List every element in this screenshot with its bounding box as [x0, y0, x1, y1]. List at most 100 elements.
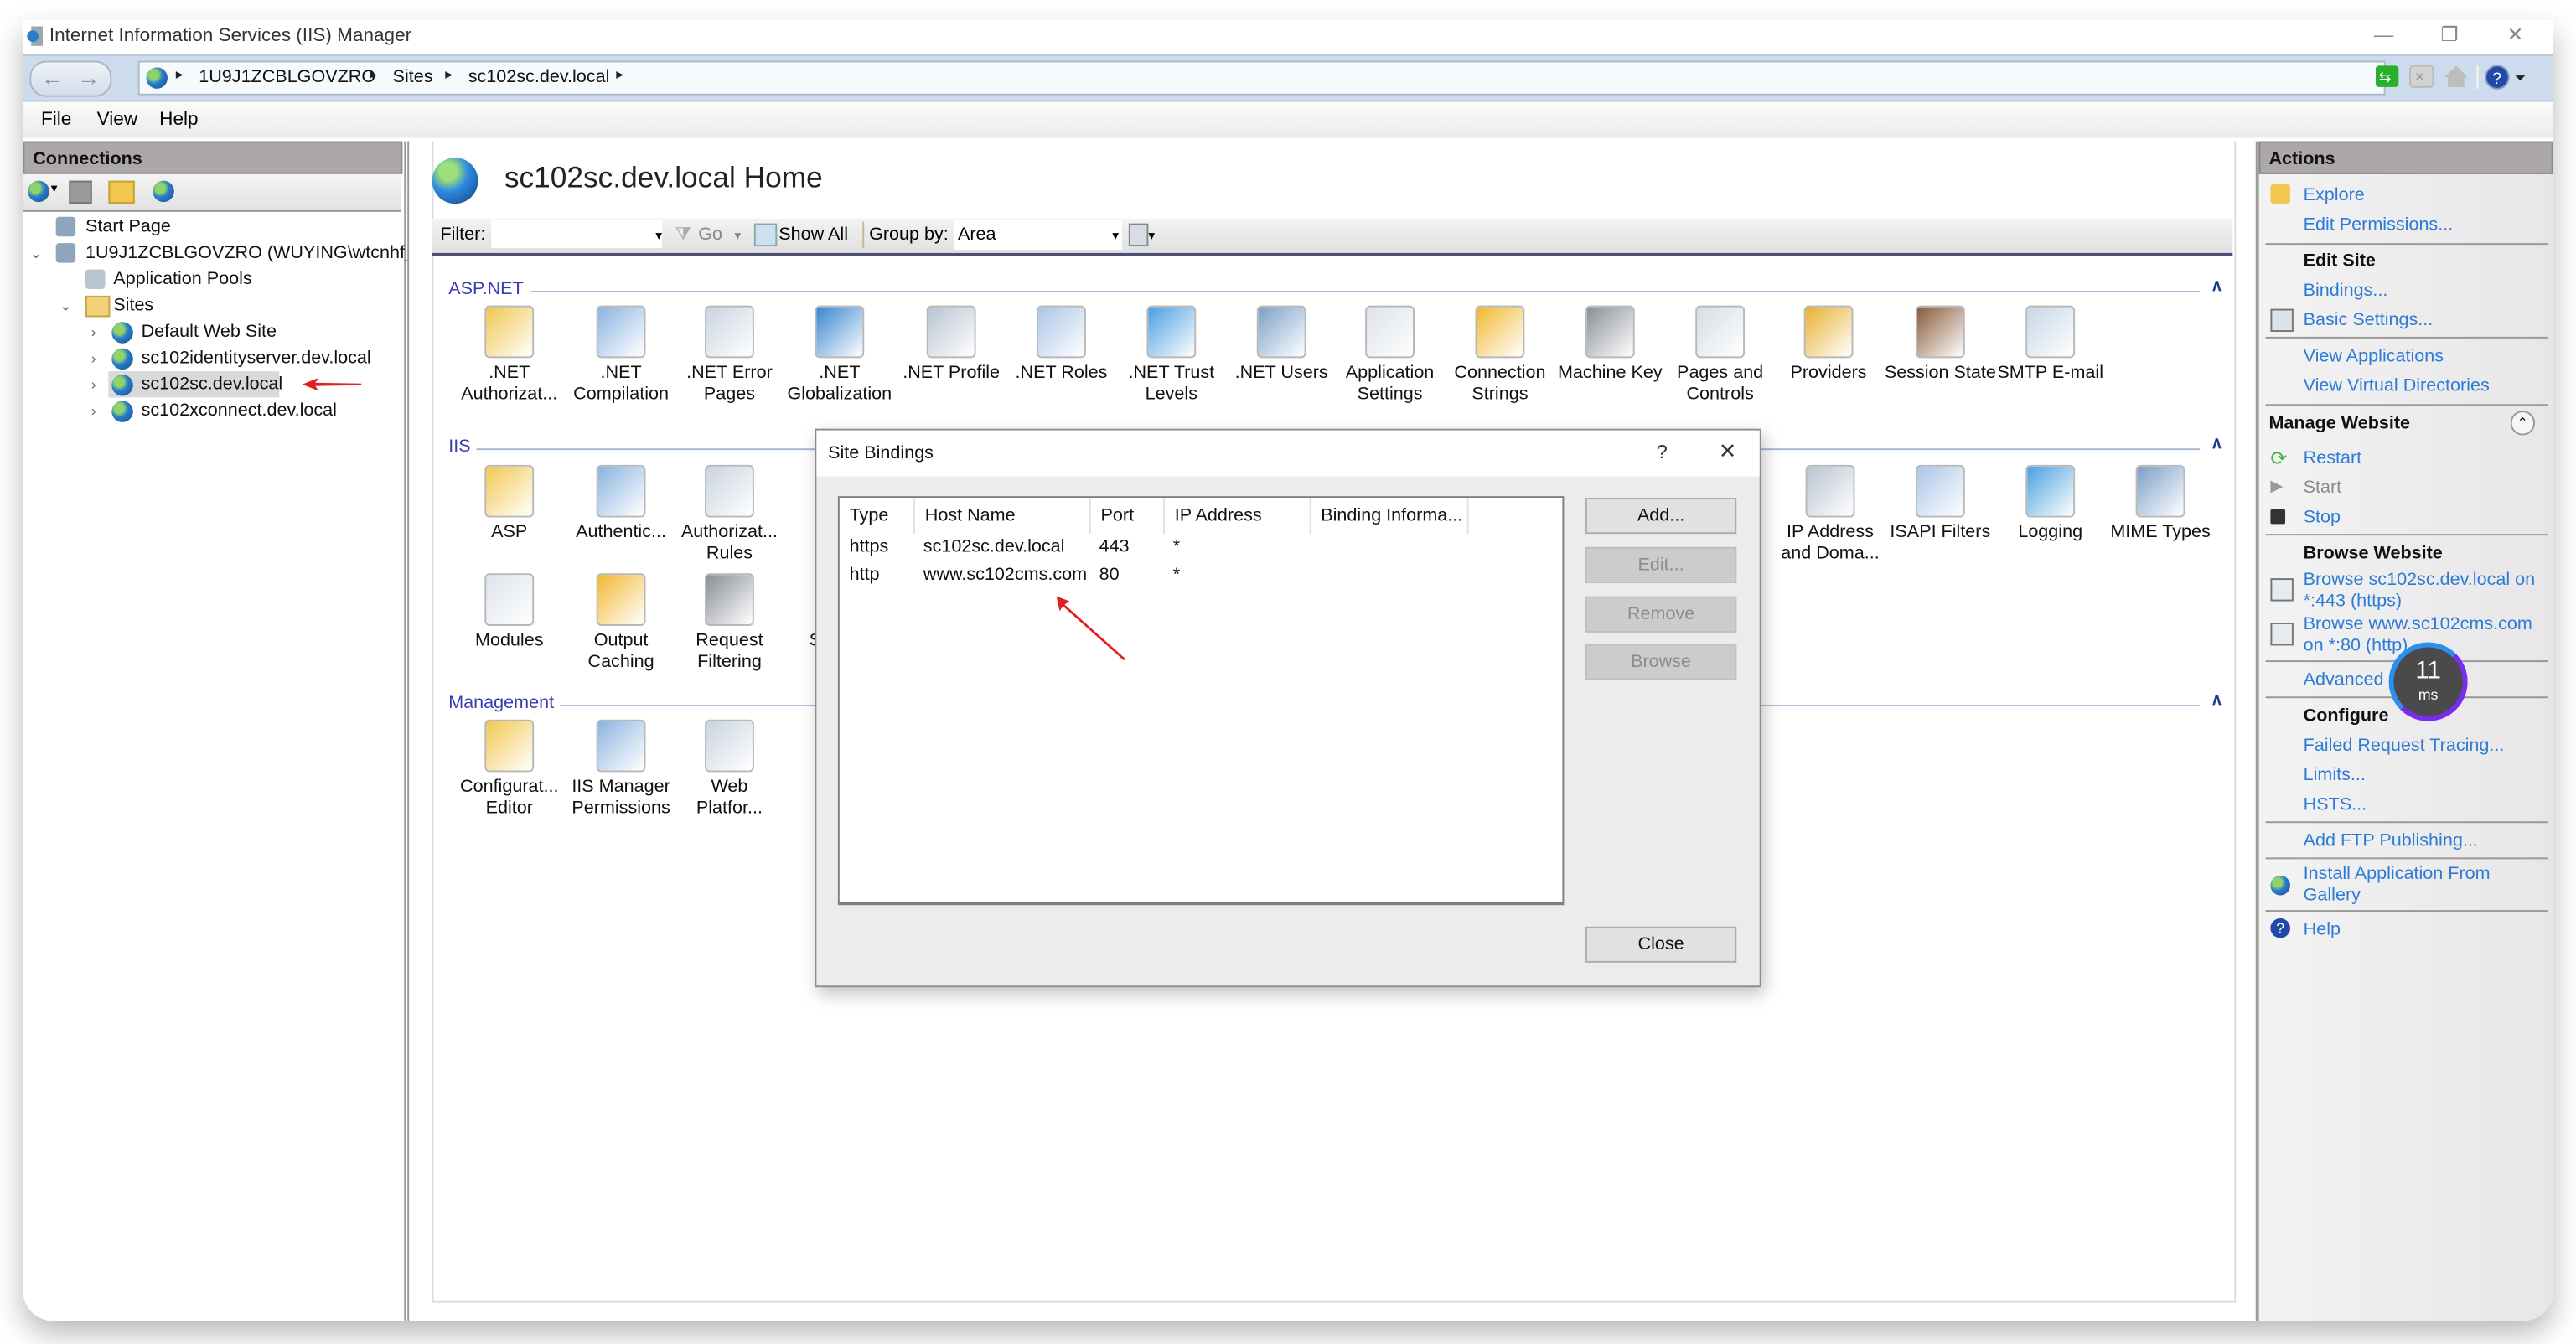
feature-icon-item[interactable]: Web Platfor... [674, 719, 785, 820]
feature-icon-item[interactable]: Modules [453, 573, 565, 652]
breadcrumb-server[interactable]: 1U9J1ZCBLGOVZRO [199, 67, 375, 87]
feature-icon-item[interactable]: Output Caching [565, 573, 676, 674]
view-mode-dropdown-icon[interactable]: ▾ [1148, 229, 1155, 244]
collapse-section-icon[interactable]: ⌃ [2510, 411, 2536, 436]
feature-icon-item[interactable]: Connection Strings [1444, 305, 1555, 406]
group-by-select[interactable]: Area ▾ [954, 220, 1123, 250]
feature-icon-item[interactable]: Session State [1885, 305, 1996, 385]
save-icon[interactable] [69, 180, 92, 204]
column-header-binding-info[interactable]: Binding Informa... [1311, 498, 1469, 535]
feature-icon-item[interactable]: .NET Trust Levels [1115, 305, 1227, 406]
add-binding-button[interactable]: Add... [1585, 498, 1737, 535]
feature-icon-item[interactable]: .NET Users [1226, 305, 1337, 385]
action-add-ftp-publishing[interactable]: Add FTP Publishing... [2304, 831, 2478, 852]
action-browse-https[interactable]: Browse sc102sc.dev.local on *:443 (https… [2304, 570, 2536, 613]
refresh-icon[interactable]: ⇆ [2375, 65, 2399, 87]
home-icon[interactable] [2444, 65, 2468, 87]
action-restart[interactable]: Restart [2304, 448, 2362, 469]
close-dialog-button[interactable]: Close [1585, 926, 1737, 963]
collapse-chevron-icon[interactable]: ⌄ [58, 292, 75, 318]
help-dropdown-icon[interactable] [2515, 75, 2526, 81]
dialog-help-button[interactable]: ? [1657, 440, 1668, 463]
feature-icon-item[interactable]: .NET Compilation [565, 305, 676, 406]
action-limits[interactable]: Limits... [2304, 766, 2366, 787]
minimize-button[interactable]: — [2359, 23, 2408, 45]
action-view-virtual-directories[interactable]: View Virtual Directories [2304, 376, 2490, 397]
action-bindings[interactable]: Bindings... [2304, 281, 2388, 302]
restore-button[interactable]: ❐ [2425, 23, 2475, 45]
expand-chevron-icon[interactable]: › [85, 397, 102, 423]
go-dropdown-icon[interactable]: ▾ [734, 229, 741, 244]
action-edit-permissions[interactable]: Edit Permissions... [2304, 215, 2454, 236]
stop-icon[interactable]: × [2409, 65, 2434, 88]
action-help[interactable]: Help [2304, 920, 2341, 941]
feature-icon-item[interactable]: ASP [453, 464, 565, 544]
collapse-group-icon[interactable]: ∧ [2211, 277, 2222, 296]
svg-text:?: ? [2492, 70, 2501, 88]
feature-icon-item[interactable]: .NET Error Pages [674, 305, 785, 406]
action-failed-request-tracing[interactable]: Failed Request Tracing... [2304, 736, 2505, 757]
filter-dropdown-icon[interactable]: ▾ [655, 229, 662, 244]
filter-input[interactable] [491, 220, 663, 249]
feature-label: Providers [1790, 363, 1867, 383]
bindings-list[interactable]: Type Host Name Port IP Address Binding I… [837, 496, 1565, 906]
feature-icon-item[interactable]: IIS Manager Permissions [565, 719, 676, 820]
feature-icon-item[interactable]: Authorizat... Rules [674, 464, 785, 566]
breadcrumb-sites[interactable]: Sites [393, 67, 433, 87]
expand-chevron-icon[interactable]: › [85, 345, 102, 371]
feature-icon [484, 305, 535, 359]
menu-help[interactable]: Help [159, 110, 198, 130]
feature-icon-item[interactable]: Logging [1994, 464, 2106, 544]
feature-icon-item[interactable]: ISAPI Filters [1885, 464, 1996, 544]
action-start[interactable]: Start [2304, 478, 2342, 499]
collapse-chevron-icon[interactable]: ⌄ [28, 240, 44, 266]
feature-icon-item[interactable]: IP Address and Doma... [1774, 464, 1885, 566]
column-header-type[interactable]: Type [840, 498, 915, 535]
breadcrumb-site[interactable]: sc102sc.dev.local [468, 67, 610, 87]
feature-icon-item[interactable]: .NET Globalization [784, 305, 895, 406]
feature-icon-item[interactable]: Authentic... [565, 464, 676, 544]
connect-dropdown-icon[interactable]: ▾ [51, 181, 58, 196]
action-view-applications[interactable]: View Applications [2304, 347, 2444, 368]
feature-icon-item[interactable]: Machine Key [1554, 305, 1666, 385]
feature-icon-item[interactable]: Configurat... Editor [453, 719, 565, 820]
go-button[interactable]: Go [698, 225, 722, 246]
feature-icon-item[interactable]: Request Filtering [674, 573, 785, 674]
address-bar[interactable]: ▸ 1U9J1ZCBLGOVZRO ▸ Sites ▸ sc102sc.dev.… [137, 60, 2386, 96]
feature-icon-item[interactable]: Application Settings [1334, 305, 1446, 406]
feature-icon-item[interactable]: SMTP E-mail [1994, 305, 2106, 385]
show-all-button[interactable]: Show All [778, 225, 848, 246]
column-header-ip-address[interactable]: IP Address [1165, 498, 1311, 535]
expand-chevron-icon[interactable]: › [85, 371, 102, 397]
action-stop[interactable]: Stop [2304, 508, 2341, 529]
action-hsts[interactable]: HSTS... [2304, 795, 2367, 816]
action-basic-settings[interactable]: Basic Settings... [2304, 311, 2434, 332]
help-icon[interactable]: ? [2485, 65, 2510, 90]
back-button[interactable]: ← [41, 62, 64, 91]
feature-icon-item[interactable]: MIME Types [2104, 464, 2216, 544]
up-folder-icon[interactable] [108, 180, 135, 204]
menu-file[interactable]: File [41, 110, 71, 130]
remove-binding-button[interactable]: Remove [1585, 596, 1737, 633]
connect-icon[interactable] [28, 180, 49, 203]
expand-chevron-icon[interactable]: › [85, 318, 102, 344]
collapse-group-icon[interactable]: ∧ [2211, 691, 2222, 710]
column-header-port[interactable]: Port [1091, 498, 1165, 535]
forward-button[interactable]: → [77, 62, 100, 91]
close-window-button[interactable]: ✕ [2491, 23, 2540, 45]
feature-icon-item[interactable]: .NET Authorizat... [453, 305, 565, 406]
collapse-group-icon[interactable]: ∧ [2211, 436, 2222, 454]
column-header-host-name[interactable]: Host Name [915, 498, 1091, 535]
feature-icon-item[interactable]: .NET Profile [895, 305, 1006, 385]
browse-binding-button[interactable]: Browse [1585, 644, 1737, 680]
delete-connection-icon[interactable] [153, 180, 174, 203]
action-explore[interactable]: Explore [2304, 186, 2365, 207]
menu-view[interactable]: View [97, 110, 137, 130]
feature-icon-item[interactable]: Providers [1772, 305, 1884, 385]
feature-icon-item[interactable]: .NET Roles [1006, 305, 1117, 385]
feature-icon-item[interactable]: Pages and Controls [1664, 305, 1776, 406]
dialog-close-icon[interactable]: ✕ [1719, 438, 1736, 464]
edit-binding-button[interactable]: Edit... [1585, 546, 1737, 583]
view-mode-icon[interactable] [1128, 223, 1149, 247]
action-install-application[interactable]: Install Application From Gallery [2304, 864, 2491, 907]
